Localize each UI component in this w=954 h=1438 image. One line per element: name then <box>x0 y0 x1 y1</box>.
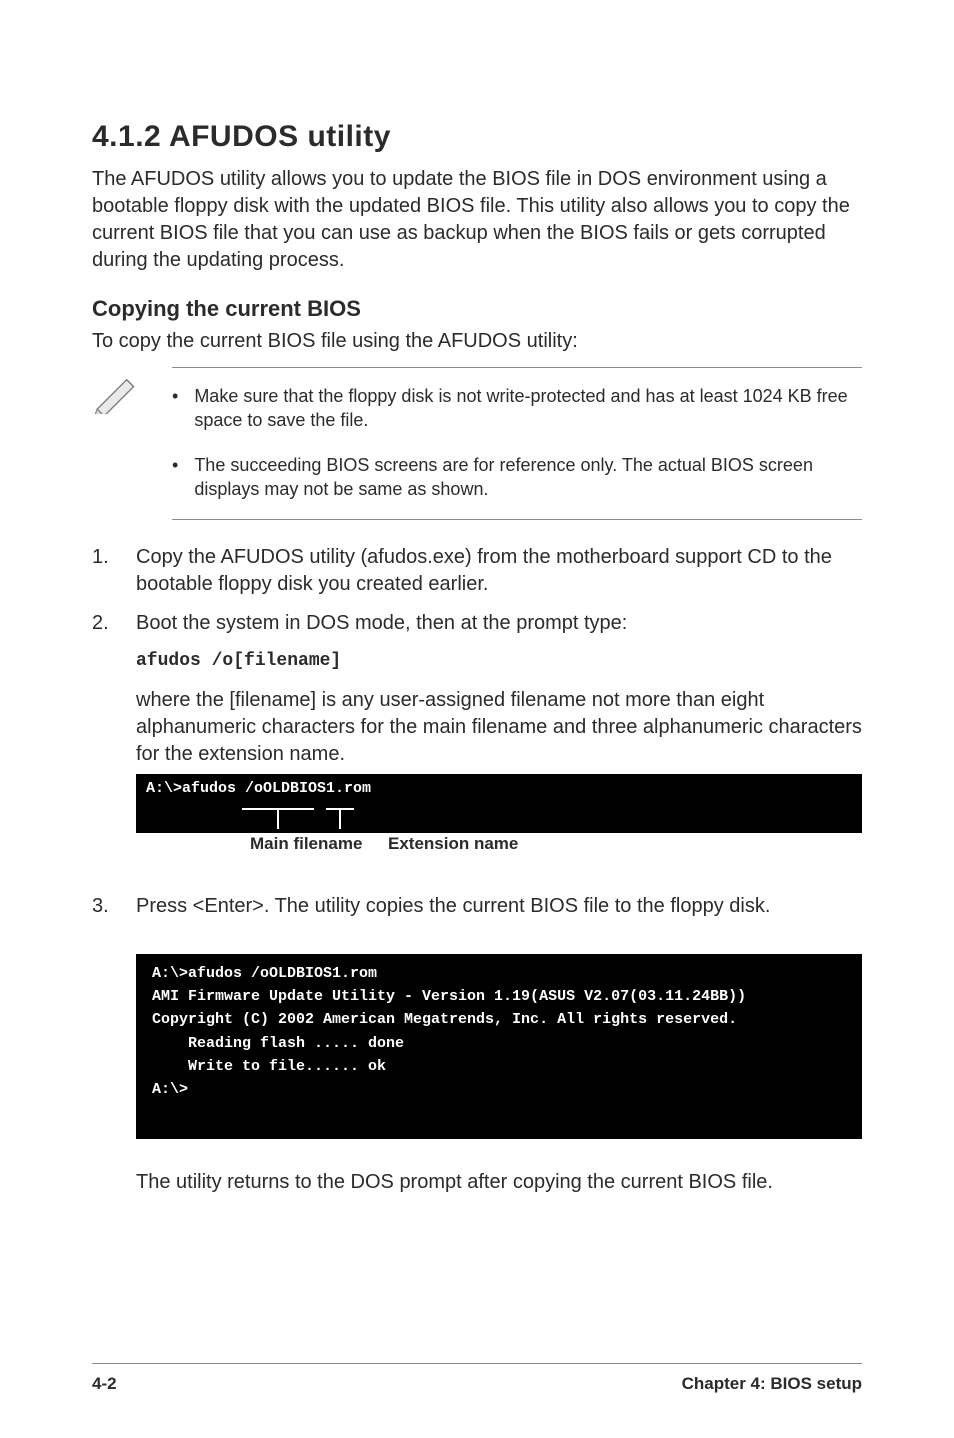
note-bullet: • Make sure that the floppy disk is not … <box>172 378 862 439</box>
step-text: Press <Enter>. The utility copies the cu… <box>136 895 770 917</box>
note-text: Make sure that the floppy disk is not wr… <box>194 384 862 433</box>
label-main-filename: Main filename <box>250 833 362 856</box>
note-bullet: • The succeeding BIOS screens are for re… <box>172 447 862 508</box>
step-number: 1. <box>92 544 112 598</box>
section-title: 4.1.2 AFUDOS utility <box>92 120 862 154</box>
step-item: 2. Boot the system in DOS mode, then at … <box>92 610 862 881</box>
step-item: 3. Press <Enter>. The utility copies the… <box>92 893 862 1196</box>
terminal-underline-marks <box>136 807 862 833</box>
page-footer: 4-2 Chapter 4: BIOS setup <box>92 1363 862 1394</box>
note-content: • Make sure that the floppy disk is not … <box>172 367 862 520</box>
chapter-label: Chapter 4: BIOS setup <box>682 1374 862 1394</box>
pencil-note-icon <box>92 367 144 419</box>
bullet-icon: • <box>172 453 178 502</box>
page-number: 4-2 <box>92 1374 117 1394</box>
step-text: Boot the system in DOS mode, then at the… <box>136 612 627 634</box>
intro-paragraph: The AFUDOS utility allows you to update … <box>92 166 862 274</box>
step-number: 3. <box>92 893 112 1196</box>
code-command: afudos /o[filename] <box>136 649 862 673</box>
label-extension-name: Extension name <box>388 833 518 856</box>
subheading: Copying the current BIOS <box>92 296 862 322</box>
bullet-icon: • <box>172 384 178 433</box>
filename-labels: Main filename Extension name <box>136 833 862 857</box>
step-aftercode: where the [filename] is any user-assigne… <box>136 689 862 765</box>
note-block: • Make sure that the floppy disk is not … <box>92 367 862 520</box>
steps-list: 1. Copy the AFUDOS utility (afudos.exe) … <box>92 544 862 1196</box>
step-text: Copy the AFUDOS utility (afudos.exe) fro… <box>136 546 832 595</box>
terminal-output: A:\>afudos /oOLDBIOS1.rom <box>136 774 862 807</box>
terminal-output: A:\>afudos /oOLDBIOS1.rom AMI Firmware U… <box>136 954 862 1139</box>
step-tail: The utility returns to the DOS prompt af… <box>136 1171 773 1193</box>
step-item: 1. Copy the AFUDOS utility (afudos.exe) … <box>92 544 862 598</box>
note-text: The succeeding BIOS screens are for refe… <box>194 453 862 502</box>
step-number: 2. <box>92 610 112 881</box>
sub-intro: To copy the current BIOS file using the … <box>92 328 862 355</box>
